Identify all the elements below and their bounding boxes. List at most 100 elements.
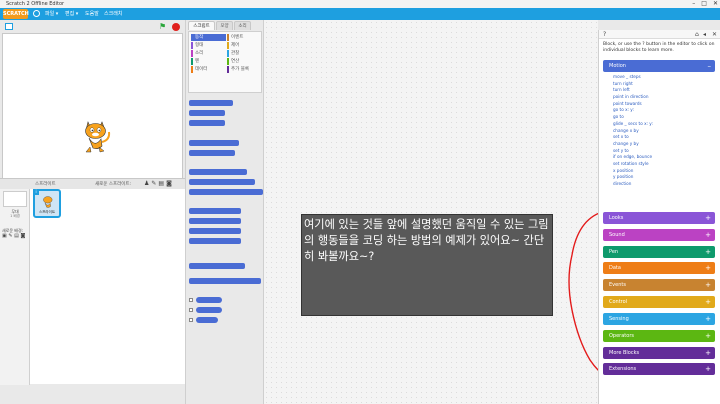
block-set-y[interactable] <box>189 238 241 244</box>
category-motion[interactable]: 동작 <box>191 34 226 41</box>
presentation-mode-icon[interactable] <box>5 23 13 30</box>
block-change-y[interactable] <box>189 228 241 234</box>
help-link[interactable]: change x by <box>613 128 713 135</box>
back-icon[interactable]: ◂ <box>703 31 706 38</box>
expand-icon[interactable]: + <box>705 262 711 274</box>
help-link[interactable]: set x to <box>613 134 713 141</box>
stage-canvas[interactable] <box>2 33 183 189</box>
close-help-icon[interactable]: ✕ <box>712 31 717 38</box>
help-link[interactable]: move _ steps <box>613 74 713 81</box>
block-move-steps[interactable] <box>189 100 233 106</box>
stage-thumbnail[interactable] <box>3 191 27 207</box>
help-link[interactable]: set y to <box>613 148 713 155</box>
help-link[interactable]: point in direction <box>613 94 713 101</box>
expand-icon[interactable]: + <box>705 313 711 325</box>
help-link[interactable]: point towards <box>613 101 713 108</box>
reporter-y-position[interactable] <box>196 307 222 313</box>
menu-help[interactable]: 도움말 <box>85 10 99 17</box>
help-link[interactable]: direction <box>613 181 713 188</box>
category-looks[interactable]: 형태 <box>191 42 226 49</box>
tab-sounds[interactable]: 소리 <box>234 21 251 30</box>
checkbox-x-position[interactable] <box>189 298 193 302</box>
help-question-icon[interactable]: ? <box>603 31 606 38</box>
choose-sprite-icon[interactable]: ♟ <box>144 180 149 187</box>
block-if-on-edge-bounce[interactable] <box>189 263 245 269</box>
expand-icon[interactable]: + <box>705 279 711 291</box>
menu-edit[interactable]: 편집 ▾ <box>65 10 78 17</box>
block-point-towards[interactable] <box>189 150 235 156</box>
category-control[interactable]: 제어 <box>227 42 261 49</box>
help-link[interactable]: turn right <box>613 81 713 88</box>
help-link[interactable]: change y by <box>613 141 713 148</box>
menu-file[interactable]: 파일 ▾ <box>45 10 58 17</box>
sprite-info-icon[interactable]: i <box>33 189 39 195</box>
help-link[interactable]: set rotation style <box>613 161 713 168</box>
tab-scripts[interactable]: 스크립트 <box>188 21 215 30</box>
section-more-blocks[interactable]: More Blocks + <box>603 347 715 359</box>
block-set-rotation-style[interactable] <box>189 278 261 284</box>
reporter-x-position[interactable] <box>196 297 222 303</box>
category-operators[interactable]: 연산 <box>227 58 261 65</box>
section-events[interactable]: Events + <box>603 279 715 291</box>
block-set-x[interactable] <box>189 218 241 224</box>
expand-icon[interactable]: + <box>705 246 711 258</box>
section-motion[interactable]: Motion – <box>603 60 715 72</box>
help-link[interactable]: go to <box>613 114 713 121</box>
section-data[interactable]: Data + <box>603 262 715 274</box>
section-extensions[interactable]: Extensions + <box>603 363 715 375</box>
help-link[interactable]: glide _ secs to x: y: <box>613 121 713 128</box>
collapse-icon[interactable]: – <box>708 60 712 72</box>
section-looks[interactable]: Looks + <box>603 212 715 224</box>
category-sensing[interactable]: 관찰 <box>227 50 261 57</box>
upload-sprite-icon[interactable]: ▤ <box>158 180 164 187</box>
category-events[interactable]: 이벤트 <box>227 34 261 41</box>
upload-backdrop-icon[interactable]: ▤ <box>14 233 19 239</box>
stop-icon[interactable] <box>172 23 180 31</box>
expand-icon[interactable]: + <box>705 212 711 224</box>
expand-icon[interactable]: + <box>705 363 711 375</box>
block-go-to-xy[interactable] <box>189 169 247 175</box>
category-data[interactable]: 데이터 <box>191 66 226 73</box>
expand-icon[interactable]: + <box>705 296 711 308</box>
menu-scratch[interactable]: 스크래치 <box>104 10 122 17</box>
section-sensing[interactable]: Sensing + <box>603 313 715 325</box>
help-link[interactable]: go to x: y: <box>613 107 713 114</box>
expand-icon[interactable]: + <box>705 229 711 241</box>
green-flag-icon[interactable]: ⚑ <box>159 23 167 31</box>
block-point-direction[interactable] <box>189 140 239 146</box>
checkbox-direction[interactable] <box>189 318 193 322</box>
paint-sprite-icon[interactable]: ✎ <box>151 180 156 187</box>
section-sound[interactable]: Sound + <box>603 229 715 241</box>
section-control[interactable]: Control + <box>603 296 715 308</box>
category-more-blocks[interactable]: 추가 블록 <box>227 66 261 73</box>
backdrop-camera-icon[interactable]: ◙ <box>20 233 25 239</box>
help-link[interactable]: x position <box>613 168 713 175</box>
script-area[interactable] <box>263 20 599 404</box>
section-operators[interactable]: Operators + <box>603 330 715 342</box>
tab-costumes[interactable]: 모양 <box>216 21 233 30</box>
help-link[interactable]: if on edge, bounce <box>613 154 713 161</box>
reporter-direction[interactable] <box>196 317 218 323</box>
block-go-to[interactable] <box>189 179 255 185</box>
expand-icon[interactable]: + <box>705 347 711 359</box>
category-sound[interactable]: 소리 <box>191 50 226 57</box>
minimize-button[interactable]: – <box>692 0 695 7</box>
block-change-x[interactable] <box>189 208 241 214</box>
block-glide[interactable] <box>189 189 263 195</box>
home-icon[interactable]: ⌂ <box>695 31 699 38</box>
camera-icon[interactable]: ◙ <box>166 180 172 187</box>
expand-icon[interactable]: + <box>705 330 711 342</box>
cat-sprite[interactable] <box>80 118 112 154</box>
help-link[interactable]: y position <box>613 174 713 181</box>
language-globe-icon[interactable] <box>33 10 40 17</box>
maximize-button[interactable]: □ <box>701 0 707 7</box>
scratch-logo[interactable]: SCRATCH <box>3 9 29 19</box>
checkbox-y-position[interactable] <box>189 308 193 312</box>
category-pen[interactable]: 펜 <box>191 58 226 65</box>
block-turn-left[interactable] <box>189 120 225 126</box>
section-pen[interactable]: Pen + <box>603 246 715 258</box>
choose-backdrop-icon[interactable]: ▣ <box>2 233 7 239</box>
sprite-thumbnail[interactable]: i 스프라이트 <box>33 189 61 218</box>
block-turn-right[interactable] <box>189 110 225 116</box>
close-button[interactable]: ✕ <box>713 0 718 7</box>
